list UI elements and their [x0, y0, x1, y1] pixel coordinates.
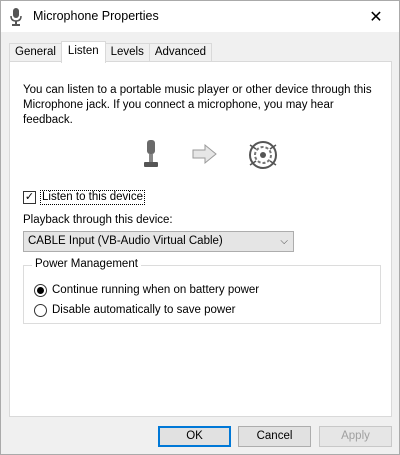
checkmark-icon: ✓ [24, 190, 35, 203]
tab-strip: General Listen Levels Advanced [9, 41, 213, 63]
power-management-group: Power Management Continue running when o… [23, 258, 381, 324]
arrow-right-icon [192, 143, 217, 165]
radio-continue-running[interactable] [34, 283, 47, 297]
cancel-button[interactable]: Cancel [238, 426, 311, 447]
tab-general[interactable]: General [9, 43, 62, 62]
radio-continue-running-label[interactable]: Continue running when on battery power [52, 284, 259, 296]
microphone-icon [144, 140, 158, 167]
radio-continue-running-row[interactable]: Continue running when on battery power [34, 282, 259, 298]
listen-checkbox-row[interactable]: ✓ Listen to this device [23, 189, 146, 205]
listen-illustration [144, 140, 277, 169]
chevron-down-icon: ⌵ [280, 236, 288, 247]
listen-panel: You can listen to a portable music playe… [9, 61, 392, 417]
close-button[interactable]: ✕ [353, 1, 399, 32]
speaker-icon [249, 141, 277, 169]
radio-disable-automatically-row[interactable]: Disable automatically to save power [34, 302, 235, 318]
playback-device-select[interactable]: CABLE Input (VB-Audio Virtual Cable) ⌵ [23, 231, 294, 252]
window-title: Microphone Properties [33, 9, 159, 23]
listen-checkbox-label[interactable]: Listen to this device [40, 189, 146, 205]
radio-disable-automatically[interactable] [34, 303, 47, 317]
microphone-properties-dialog: Microphone Properties ✕ General Listen L… [0, 0, 400, 455]
apply-button[interactable]: Apply [319, 426, 392, 447]
radio-selected-dot [37, 286, 44, 294]
tab-levels[interactable]: Levels [104, 43, 150, 62]
tab-listen[interactable]: Listen [60, 41, 106, 63]
listen-checkbox[interactable]: ✓ [23, 190, 36, 204]
microphone-icon [10, 8, 22, 26]
playback-label: Playback through this device: [23, 214, 173, 226]
title-bar: Microphone Properties ✕ [1, 1, 399, 32]
radio-disable-automatically-label[interactable]: Disable automatically to save power [52, 304, 235, 316]
playback-device-value: CABLE Input (VB-Audio Virtual Cable) [28, 235, 223, 247]
close-icon: ✕ [369, 8, 383, 26]
power-management-title: Power Management [32, 258, 141, 270]
ok-button[interactable]: OK [158, 426, 231, 447]
listen-description: You can listen to a portable music playe… [23, 84, 372, 126]
tab-advanced[interactable]: Advanced [148, 43, 213, 62]
